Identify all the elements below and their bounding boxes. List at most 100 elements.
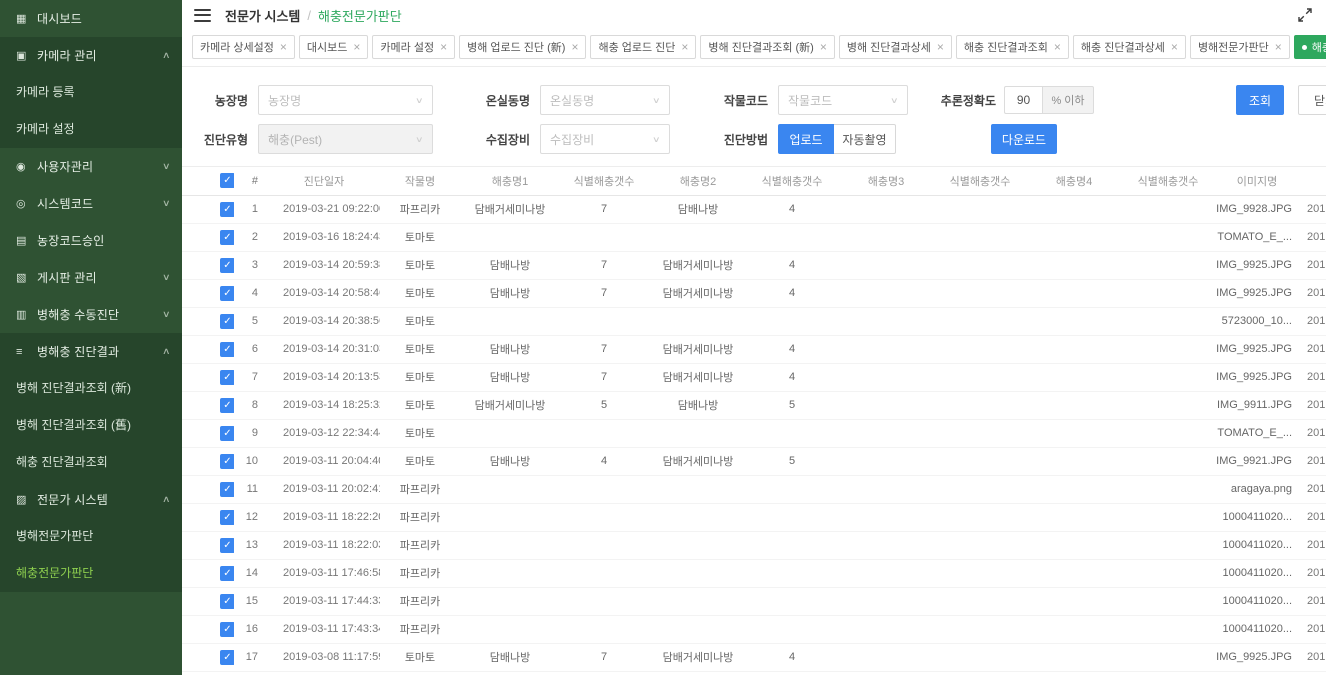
row-checkbox[interactable]: ✓ — [220, 398, 234, 413]
sidebar-item-disease-results-old[interactable]: 병해 진단결과조회 (舊) — [0, 407, 182, 444]
sidebar-item-camera-register[interactable]: 카메라 등록 — [0, 74, 182, 111]
tab-3[interactable]: 병해 업로드 진단 (新)× — [459, 35, 586, 59]
close-icon[interactable]: × — [353, 41, 360, 53]
tab-7[interactable]: 해충 진단결과조회× — [956, 35, 1069, 59]
tab-2[interactable]: 카메라 설정× — [372, 35, 455, 59]
table-row[interactable]: ✓32019-03-14 20:59:38토마토담배나방7담배거세미나방4IMG… — [182, 251, 1326, 279]
upload-method-button[interactable]: 업로드 — [778, 124, 834, 154]
table-row[interactable]: ✓42019-03-14 20:58:46토마토담배나방7담배거세미나방4IMG… — [182, 279, 1326, 307]
column-header[interactable]: 해충명3 — [836, 167, 936, 195]
column-header[interactable]: 식별해충갯수 — [936, 167, 1024, 195]
close-icon[interactable]: × — [937, 41, 944, 53]
row-checkbox[interactable]: ✓ — [220, 538, 234, 553]
sidebar-item-system-code[interactable]: ◎시스템코드∨ — [0, 185, 182, 222]
sidebar-group-diagnosis-results: ≡병해충 진단결과∧병해 진단결과조회 (新)병해 진단결과조회 (舊)해충 진… — [0, 333, 182, 481]
row-checkbox[interactable]: ✓ — [220, 510, 234, 525]
search-button[interactable]: 조회 — [1236, 85, 1284, 115]
accuracy-input[interactable] — [1004, 86, 1042, 114]
diagnosis-type-select[interactable]: 해충(Pest) ∨ — [258, 124, 433, 154]
sidebar-item-user-mgmt[interactable]: ◉사용자관리∨ — [0, 148, 182, 185]
close-icon[interactable]: × — [1054, 41, 1061, 53]
row-checkbox[interactable]: ✓ — [220, 622, 234, 637]
row-checkbox[interactable]: ✓ — [220, 370, 234, 385]
row-checkbox[interactable]: ✓ — [220, 258, 234, 273]
table-cell — [1024, 307, 1124, 335]
table-row[interactable]: ✓62019-03-14 20:31:03토마토담배나방7담배거세미나방4IMG… — [182, 335, 1326, 363]
sidebar-item-diagnosis-results[interactable]: ≡병해충 진단결과∧ — [0, 333, 182, 370]
table-row[interactable]: ✓72019-03-14 20:13:53토마토담배나방7담배거세미나방4IMG… — [182, 363, 1326, 391]
column-header[interactable]: 작물명 — [380, 167, 460, 195]
column-header[interactable]: 식별해충갯수 — [1124, 167, 1212, 195]
fullscreen-icon[interactable] — [1298, 8, 1312, 22]
column-header[interactable]: 해충명1 — [460, 167, 560, 195]
close-button[interactable]: 닫기 — [1298, 85, 1326, 115]
close-icon[interactable]: × — [1275, 41, 1282, 53]
row-checkbox[interactable]: ✓ — [220, 454, 234, 469]
table-row[interactable]: ✓122019-03-11 18:22:20파프리카1000411020...2… — [182, 503, 1326, 531]
table-row[interactable]: ✓92019-03-12 22:34:44토마토TOMATO_E_...201 — [182, 419, 1326, 447]
sidebar-item-pest-results[interactable]: 해충 진단결과조회 — [0, 444, 182, 481]
tab-4[interactable]: 해충 업로드 진단× — [590, 35, 696, 59]
tab-9[interactable]: 병해전문가판단× — [1190, 35, 1290, 59]
column-header[interactable]: 이미지명 — [1212, 167, 1302, 195]
sidebar-item-disease-expert[interactable]: 병해전문가판단 — [0, 518, 182, 555]
row-checkbox[interactable]: ✓ — [220, 230, 234, 245]
sidebar-item-board-mgmt[interactable]: ▧게시판 관리∨ — [0, 259, 182, 296]
table-row[interactable]: ✓102019-03-11 20:04:40토마토담배나방4담배거세미나방5IM… — [182, 447, 1326, 475]
close-icon[interactable]: × — [681, 41, 688, 53]
column-header[interactable]: 진단일자 — [268, 167, 380, 195]
column-header[interactable] — [1302, 167, 1326, 195]
table-row[interactable]: ✓162019-03-11 17:43:34파프리카1000411020...2… — [182, 615, 1326, 643]
table-row[interactable]: ✓12019-03-21 09:22:00파프리카담배거세미나방7담배나방4IM… — [182, 195, 1326, 223]
table-row[interactable]: ✓152019-03-11 17:44:33파프리카1000411020...2… — [182, 587, 1326, 615]
tab-8[interactable]: 해충 진단결과상세× — [1073, 35, 1186, 59]
table-row[interactable]: ✓82019-03-14 18:25:32토마토담배거세미나방5담배나방5IMG… — [182, 391, 1326, 419]
column-header[interactable]: 해충명4 — [1024, 167, 1124, 195]
table-row[interactable]: ✓132019-03-11 18:22:03파프리카1000411020...2… — [182, 531, 1326, 559]
equipment-select[interactable]: 수집장비 ∨ — [540, 124, 670, 154]
row-checkbox[interactable]: ✓ — [220, 314, 234, 329]
select-all-checkbox[interactable]: ✓ — [220, 173, 234, 188]
column-header[interactable]: 식별해충갯수 — [560, 167, 648, 195]
table-row[interactable]: ✓22019-03-16 18:24:43토마토TOMATO_E_...201 — [182, 223, 1326, 251]
row-checkbox[interactable]: ✓ — [220, 342, 234, 357]
tab-5[interactable]: 병해 진단결과조회 (新)× — [700, 35, 834, 59]
column-header[interactable]: 해충명2 — [648, 167, 748, 195]
column-header[interactable]: 식별해충갯수 — [748, 167, 836, 195]
auto-capture-method-button[interactable]: 자동촬영 — [834, 124, 896, 154]
sidebar-item-disease-results-new[interactable]: 병해 진단결과조회 (新) — [0, 370, 182, 407]
row-checkbox[interactable]: ✓ — [220, 426, 234, 441]
row-checkbox[interactable]: ✓ — [220, 482, 234, 497]
table-row[interactable]: ✓52019-03-14 20:38:56토마토5723000_10...201 — [182, 307, 1326, 335]
tab-1[interactable]: 대시보드× — [299, 35, 369, 59]
sidebar-item-farm-code-approval[interactable]: ▤농장코드승인 — [0, 222, 182, 259]
table-row[interactable]: ✓142019-03-11 17:46:58파프리카1000411020...2… — [182, 559, 1326, 587]
close-icon[interactable]: × — [820, 41, 827, 53]
crop-code-select[interactable]: 작물코드 ∨ — [778, 85, 908, 115]
table-row[interactable]: ✓112019-03-11 20:02:41파프리카aragaya.png201 — [182, 475, 1326, 503]
greenhouse-select[interactable]: 온실동명 ∨ — [540, 85, 670, 115]
sidebar-item-manual-diagnosis[interactable]: ▥병해충 수동진단∨ — [0, 296, 182, 333]
row-checkbox[interactable]: ✓ — [220, 286, 234, 301]
sidebar-item-camera-mgmt[interactable]: ▣카메라 관리∧ — [0, 37, 182, 74]
table-row[interactable]: ✓172019-03-08 11:17:59토마토담배나방7담배거세미나방4IM… — [182, 643, 1326, 671]
row-checkbox[interactable]: ✓ — [220, 650, 234, 665]
farm-select[interactable]: 농장명 ∨ — [258, 85, 433, 115]
close-icon[interactable]: × — [571, 41, 578, 53]
sidebar-item-pest-expert[interactable]: 해충전문가판단 — [0, 555, 182, 592]
tab-10[interactable]: 해충전문가판단× — [1294, 35, 1326, 59]
download-button[interactable]: 다운로드 — [991, 124, 1057, 154]
row-checkbox[interactable]: ✓ — [220, 202, 234, 217]
close-icon[interactable]: × — [440, 41, 447, 53]
sidebar-item-camera-settings[interactable]: 카메라 설정 — [0, 111, 182, 148]
sidebar-item-expert-system[interactable]: ▨전문가 시스템∧ — [0, 481, 182, 518]
menu-toggle-icon[interactable] — [194, 9, 211, 22]
column-header[interactable]: # — [234, 167, 268, 195]
sidebar-item-dashboard[interactable]: ▦대시보드 — [0, 0, 182, 37]
close-icon[interactable]: × — [1171, 41, 1178, 53]
tab-6[interactable]: 병해 진단결과상세× — [839, 35, 952, 59]
row-checkbox[interactable]: ✓ — [220, 594, 234, 609]
close-icon[interactable]: × — [280, 41, 287, 53]
tab-0[interactable]: 카메라 상세설정× — [192, 35, 295, 59]
row-checkbox[interactable]: ✓ — [220, 566, 234, 581]
